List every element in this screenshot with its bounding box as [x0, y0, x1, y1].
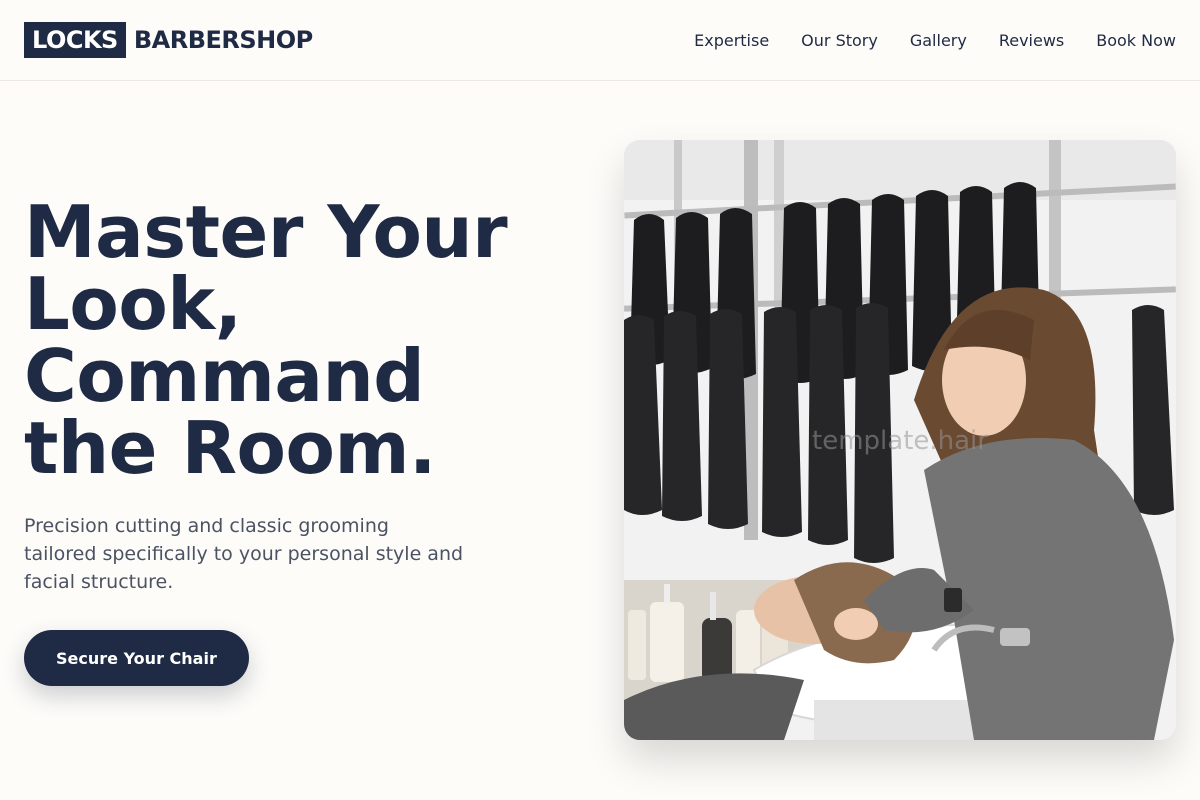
hero-text: Master Your Look, Command the Room. Prec… [24, 196, 584, 686]
hero-headline: Master Your Look, Command the Room. [24, 196, 584, 484]
image-watermark: template.hair [812, 426, 988, 456]
hero-photo: template.hair [624, 140, 1176, 740]
secure-chair-button[interactable]: Secure Your Chair [24, 630, 249, 686]
nav-link-reviews[interactable]: Reviews [999, 31, 1064, 50]
headline-line-3: Command [24, 334, 425, 418]
nav-link-our-story[interactable]: Our Story [801, 31, 878, 50]
headline-line-4: the Room. [24, 406, 436, 490]
headline-line-1: Master Your [24, 190, 508, 274]
brand-logo[interactable]: LOCKS BARBERSHOP [24, 22, 313, 58]
nav-link-book-now[interactable]: Book Now [1096, 31, 1176, 50]
logo-box-text: LOCKS [24, 22, 126, 58]
logo-wordmark: BARBERSHOP [133, 26, 313, 54]
hero-subtitle: Precision cutting and classic grooming t… [24, 515, 464, 593]
nav-link-gallery[interactable]: Gallery [910, 31, 967, 50]
nav-link-expertise[interactable]: Expertise [694, 31, 769, 50]
site-header: LOCKS BARBERSHOP Expertise Our Story Gal… [0, 0, 1200, 81]
main-nav: Expertise Our Story Gallery Reviews Book… [694, 31, 1176, 50]
headline-line-2: Look, [24, 262, 242, 346]
